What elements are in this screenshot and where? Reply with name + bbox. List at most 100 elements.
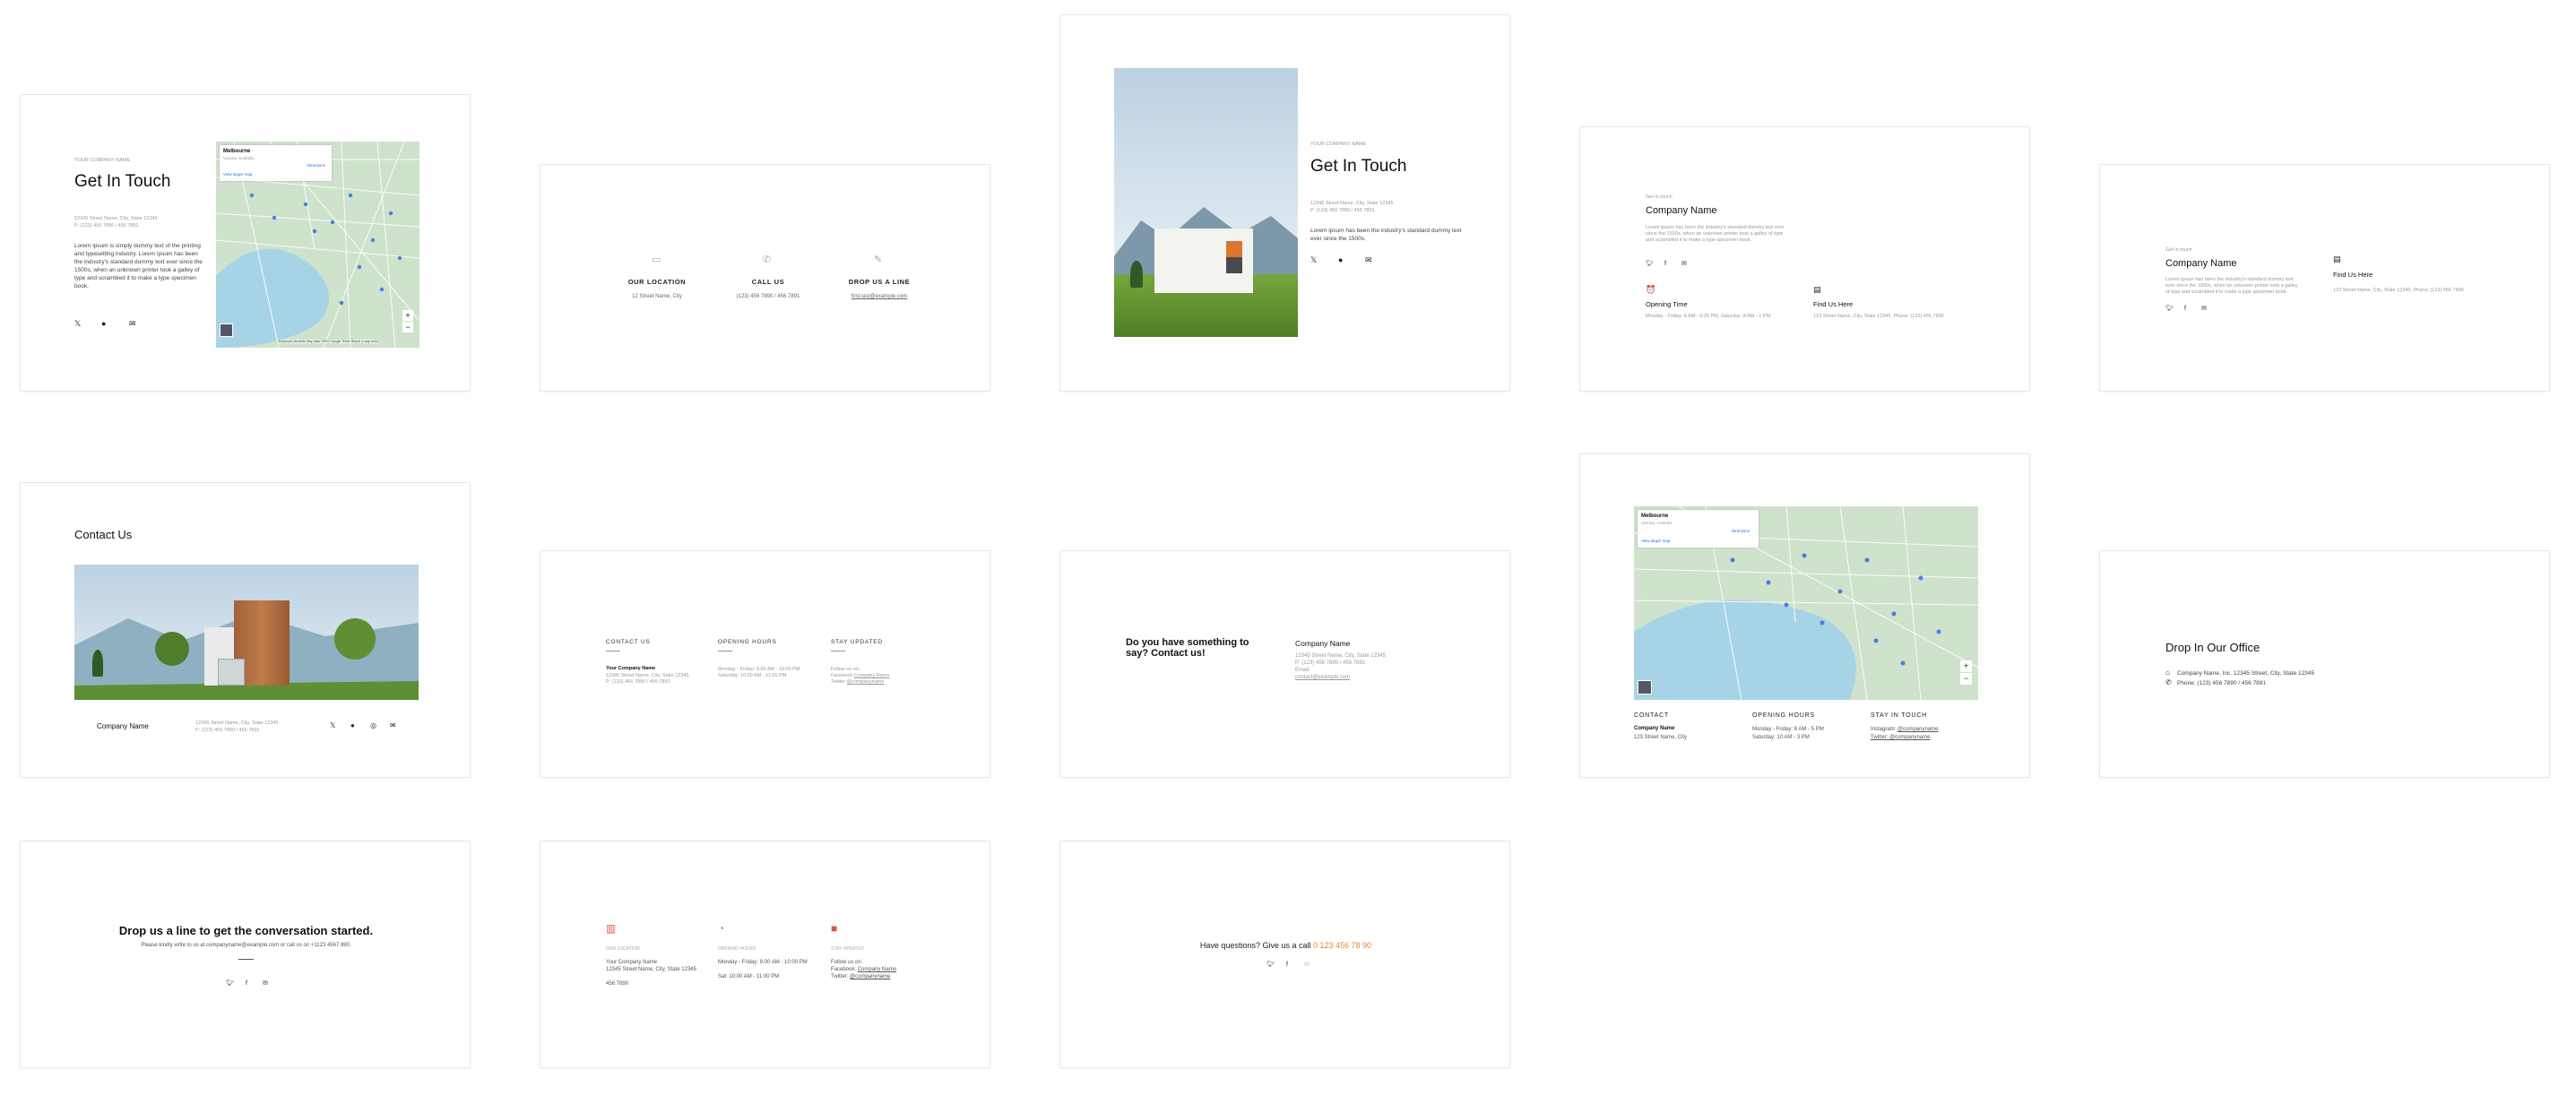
google-map[interactable]: Melbourne Victoria, Australia View large… xyxy=(1634,506,1978,700)
map-larger-link[interactable]: View larger map xyxy=(223,172,252,177)
page-title: Get In Touch xyxy=(74,172,171,191)
page-title: Contact Us xyxy=(74,528,133,541)
hours-weekday: Monday - Friday: 9:00 AM - 10:00 PM xyxy=(718,960,808,965)
findus-text: 123 Street Name, City, State 12345, Phon… xyxy=(1813,314,1944,319)
phone-line: P: (123) 456 7890 / 456 7891 xyxy=(74,223,139,229)
facebook-icon[interactable]: ● xyxy=(350,721,355,730)
location-company: Your Company Name xyxy=(606,960,658,965)
contact-card-image-left: YOUR COMPANY NAME Get In Touch 12345 Str… xyxy=(1059,14,1510,392)
map-zoom-out[interactable]: − xyxy=(1960,673,1972,685)
address-line: 12345 Street Name, City, State 12345 xyxy=(1295,653,1386,659)
clock-icon: ⏰ xyxy=(1646,285,1656,294)
mail-icon[interactable]: ✉ xyxy=(129,319,136,328)
company-name: Company Name xyxy=(97,722,149,730)
contact-address: 123 Street Name, City xyxy=(1634,735,1688,740)
twitter-link[interactable]: @companyname xyxy=(850,974,890,979)
facebook-icon[interactable]: f xyxy=(1664,260,1666,269)
cta-subtext: Please kindly write to us at companyname… xyxy=(141,943,351,948)
facebook-icon[interactable]: ● xyxy=(101,319,106,328)
mail-icon[interactable]: ✉ xyxy=(263,979,268,988)
location-text: 12 Street Name, City xyxy=(632,294,682,299)
twitter-icon[interactable]: 🐦︎ xyxy=(2165,305,2174,314)
office-phone: Phone: (123) 456 7890 / 456 7891 xyxy=(2177,680,2267,686)
hours-weekday: Monday - Friday: 8 AM - 5 PM xyxy=(1752,727,1824,732)
calendar-icon: ▤ xyxy=(1813,285,1821,294)
x-twitter-icon[interactable]: 𝕏 xyxy=(1310,255,1317,264)
map-city: Melbourne xyxy=(1641,513,1669,519)
facebook-icon[interactable]: ● xyxy=(1338,255,1343,264)
hours-saturday: Saturday: 10:00 AM - 11:00 PM xyxy=(718,673,787,678)
mail-icon[interactable]: ✉ xyxy=(2201,305,2207,314)
page-title: Get In Touch xyxy=(1310,157,1407,176)
contact-card-heading-details: Do you have something to say? Contact us… xyxy=(1059,550,1510,778)
map-directions-link[interactable]: Directions xyxy=(307,163,325,168)
home-icon: ⌂ xyxy=(2165,669,2170,677)
x-twitter-icon[interactable]: 𝕏 xyxy=(330,721,335,730)
phone-icon: ✆ xyxy=(763,255,772,265)
facebook-icon[interactable]: f xyxy=(246,979,247,988)
contact-card-banner: Contact Us Company Name 12345 Street Nam… xyxy=(20,482,471,778)
findus-title: Find Us Here xyxy=(2333,271,2373,279)
contact-card-footer-columns: CONTACT US Your Company Name 12345 Stree… xyxy=(540,550,990,778)
hours-saturday: Saturday: 10 AM - 3 PM xyxy=(1752,735,1810,740)
opening-text: Monday - Friday: 8 AM - 9:30 PM, Saturda… xyxy=(1646,314,1771,319)
x-twitter-icon[interactable]: 𝕏 xyxy=(74,319,81,328)
twitter-icon[interactable]: 🐦︎ xyxy=(226,979,234,988)
phone-line: P: (123) 456 7890 / 456 7891 xyxy=(195,728,260,733)
email-link[interactable]: first.last@example.com xyxy=(826,293,933,301)
facebook-line: Facebook: Company Name xyxy=(831,966,896,973)
location-title: OUR LOCATION xyxy=(627,278,687,286)
map-footer: Keyboard shortcuts Map data ©2022 Google… xyxy=(279,340,378,343)
contact-col-title: CONTACT xyxy=(1634,712,1669,719)
contact-col-phone: P: (123) 456 7890 / 456 7891 xyxy=(606,679,670,685)
company-eyebrow: YOUR COMPANY NAME xyxy=(74,158,131,163)
mail-icon[interactable]: ✉ xyxy=(1365,255,1372,264)
twitter-icon[interactable]: 🐦︎ xyxy=(1266,961,1275,970)
location-col-title: OUR LOCATION xyxy=(606,946,640,952)
cta-heading: Drop us a line to get the conversation s… xyxy=(118,924,374,937)
facebook-link[interactable]: Company Name xyxy=(858,967,896,972)
mail-icon[interactable]: ✉ xyxy=(1681,260,1687,269)
company-title: Company Name xyxy=(2165,258,2237,269)
map-info-box: Melbourne Victoria, Australia View large… xyxy=(220,145,332,181)
phone-line: P: (123) 456 7890 / 456 7891 xyxy=(1310,208,1375,213)
chat-icon: ■ xyxy=(831,922,838,935)
hours-saturday: Sat: 10:00 AM - 11:00 PM xyxy=(718,974,780,979)
map-satellite-thumb[interactable] xyxy=(220,324,233,337)
call-text: (123) 456 7890 / 456 7891 xyxy=(736,294,800,299)
address-line: 12345 Street Name, City, State 12345 xyxy=(1310,201,1394,206)
address-line: 12345 Street Name, City, State 12345 xyxy=(195,720,279,726)
instagram-link[interactable]: @companyname xyxy=(1897,727,1938,732)
location-phone: 456 7890 xyxy=(606,981,629,987)
contact-card-call-cta: Have questions? Give us a call 0 123 456… xyxy=(1059,841,1510,1068)
instagram-line: Instagram: @companyname xyxy=(1871,726,1938,733)
email-link[interactable]: contact@example.com xyxy=(1295,674,1350,681)
location-address: 12345 Street Name, City, State 12345 xyxy=(606,967,696,972)
opening-title: Opening Time xyxy=(1646,300,1688,308)
facebook-label: Facebook: xyxy=(831,967,858,972)
cta-heading: Do you have something to say? Contact us… xyxy=(1126,637,1249,659)
contact-card-map-top: Melbourne Victoria, Australia View large… xyxy=(1579,453,2030,778)
map-directions-link[interactable]: Directions xyxy=(1732,529,1750,533)
calendar-icon: ▤ xyxy=(2333,255,2341,263)
map-region: Victoria, Australia xyxy=(223,156,255,160)
map-zoom-in[interactable]: + xyxy=(1960,660,1972,672)
twitter-link[interactable]: @companyname xyxy=(847,679,885,685)
map-satellite-thumb[interactable] xyxy=(1638,680,1652,695)
google-map[interactable]: Melbourne Victoria, Australia View large… xyxy=(216,142,419,348)
instagram-icon[interactable]: ◎ xyxy=(370,721,376,730)
mail-icon[interactable]: ✉ xyxy=(390,721,396,730)
facebook-icon[interactable]: f xyxy=(1286,961,1288,970)
mail-icon[interactable]: ✉ xyxy=(1304,961,1310,970)
call-phone-link[interactable]: 0 123 456 78 90 xyxy=(1313,941,1371,950)
map-larger-link[interactable]: View larger map xyxy=(1641,539,1670,543)
twitter-link[interactable]: Twitter: @companyname xyxy=(1871,734,1930,741)
call-title: CALL US xyxy=(751,278,785,286)
twitter-icon[interactable]: 🐦︎ xyxy=(1646,260,1654,269)
facebook-icon[interactable]: f xyxy=(2184,305,2186,314)
updated-col-title: STAY UPDATED xyxy=(831,639,883,645)
map-zoom-in[interactable]: + xyxy=(402,310,413,321)
contact-col-company: Your Company Name xyxy=(606,666,656,671)
findus-text: 123 Street Name, City, State 12345, Phon… xyxy=(2333,288,2464,293)
map-zoom-out[interactable]: − xyxy=(402,322,413,332)
